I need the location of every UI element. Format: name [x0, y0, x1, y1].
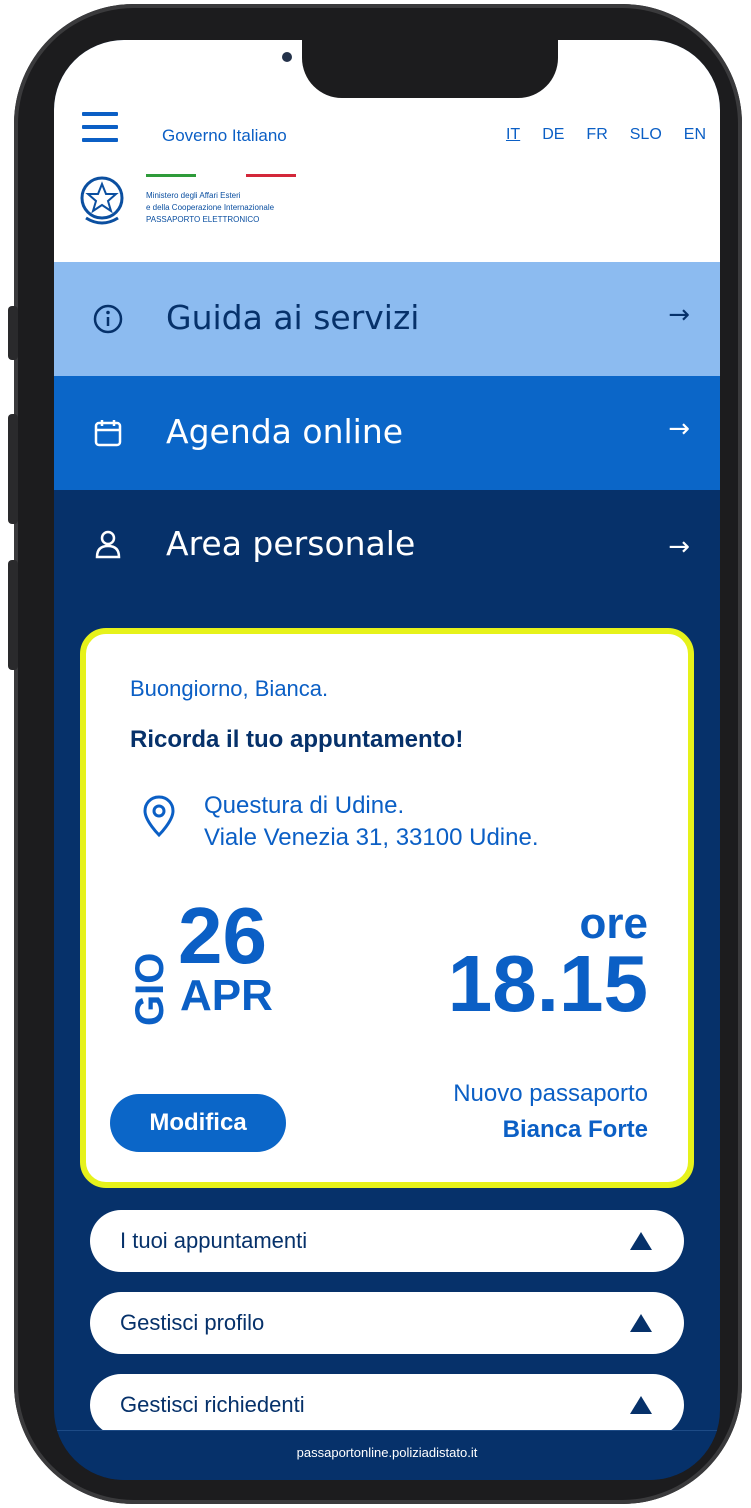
menu-agenda-label: Agenda online: [166, 412, 404, 451]
flag-red-line: [246, 174, 296, 177]
accordion-gestisci-richiedenti[interactable]: Gestisci richiedenti: [90, 1374, 684, 1436]
calendar-icon: [94, 420, 122, 447]
triangle-up-icon: [630, 1396, 652, 1414]
volume-up-button: [8, 414, 18, 524]
arrow-right-icon: →: [668, 300, 690, 330]
applicant-name: Bianca Forte: [502, 1116, 648, 1143]
appointment-time: 18.15: [447, 939, 648, 1028]
phone-notch: [302, 40, 558, 98]
reminder-heading: Ricorda il tuo appuntamento!: [130, 726, 464, 753]
ministry-line2: e della Cooperazione Internazionale: [146, 203, 275, 212]
user-icon: [95, 530, 121, 559]
accordion-gestisci-profilo[interactable]: Gestisci profilo: [90, 1292, 684, 1354]
hamburger-menu-icon[interactable]: [82, 112, 118, 148]
accordion-label: Gestisci profilo: [120, 1310, 265, 1335]
site-url: passaportonline.poliziadistato.it: [296, 1445, 478, 1460]
accordion-label: Gestisci richiedenti: [120, 1392, 305, 1417]
info-icon: [93, 304, 123, 334]
flag-green-line: [146, 174, 196, 177]
mute-switch: [8, 306, 18, 360]
arrow-right-icon: →: [668, 532, 690, 562]
modify-appointment-button[interactable]: Modifica: [110, 1094, 286, 1152]
lang-slo[interactable]: SLO: [630, 126, 662, 144]
address-line1: Questura di Udine.: [204, 792, 405, 819]
lang-en[interactable]: EN: [684, 126, 706, 144]
menu-agenda-online[interactable]: Agenda online →: [54, 376, 720, 490]
appointment-day: 26: [178, 891, 267, 980]
triangle-up-icon: [630, 1314, 652, 1332]
menu-area-personale[interactable]: Area personale →: [54, 490, 720, 606]
camera-dot: [282, 52, 292, 62]
ministry-label: Ministero degli Affari Esteri e della Co…: [146, 190, 274, 226]
lang-it[interactable]: IT: [506, 126, 520, 144]
language-switcher: IT DE FR SLO EN: [484, 126, 706, 144]
appointment-weekday: GIO: [128, 952, 172, 1026]
browser-url-bar: passaportonline.poliziadistato.it: [54, 1430, 720, 1480]
menu-guida-label: Guida ai servizi: [166, 298, 420, 337]
ministry-line3: PASSAPORTO ELETTRONICO: [146, 215, 260, 224]
lang-fr[interactable]: FR: [586, 126, 607, 144]
address-line2: Viale Venezia 31, 33100 Udine.: [204, 824, 539, 851]
greeting-text: Buongiorno, Bianca.: [130, 676, 329, 701]
appointment-month: APR: [180, 971, 273, 1020]
menu-guida-ai-servizi[interactable]: Guida ai servizi →: [54, 262, 720, 376]
lang-de[interactable]: DE: [542, 126, 564, 144]
service-type: Nuovo passaporto: [453, 1080, 648, 1107]
arrow-right-icon: →: [668, 414, 690, 444]
accordion-i-tuoi-appuntamenti[interactable]: I tuoi appuntamenti: [90, 1210, 684, 1272]
appointment-card: Buongiorno, Bianca. Ricorda il tuo appun…: [80, 628, 694, 1188]
location-pin-icon: [143, 795, 175, 838]
governo-italiano-link[interactable]: Governo Italiano: [162, 126, 287, 146]
phone-screen: Governo Italiano IT DE FR SLO EN Ministe…: [54, 40, 720, 1480]
republic-emblem-icon: [80, 176, 124, 225]
triangle-up-icon: [630, 1232, 652, 1250]
volume-down-button: [8, 560, 18, 670]
menu-area-label: Area personale: [166, 524, 416, 563]
ministry-line1: Ministero degli Affari Esteri: [146, 191, 241, 200]
accordion-label: I tuoi appuntamenti: [120, 1228, 308, 1253]
